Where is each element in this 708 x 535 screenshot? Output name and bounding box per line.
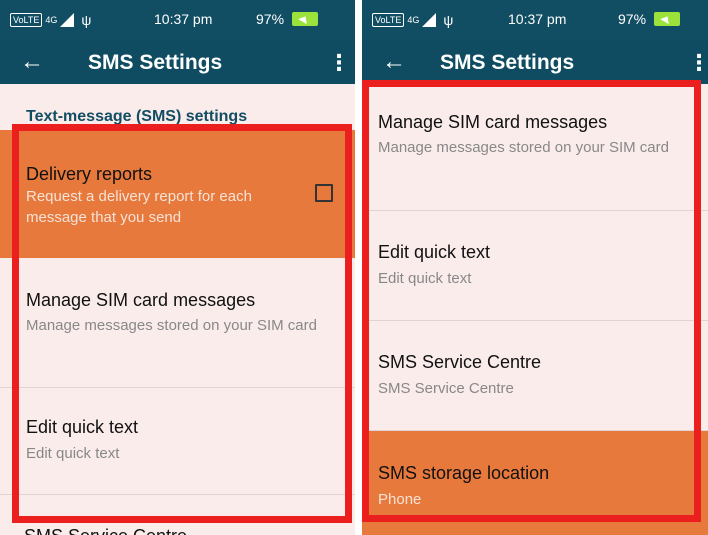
- row-subtitle: Edit quick text: [26, 445, 120, 462]
- overflow-menu-icon[interactable]: ⋮: [328, 49, 350, 77]
- back-arrow-icon[interactable]: ←: [20, 48, 44, 76]
- page-title: SMS Settings: [440, 51, 575, 74]
- list-item-manage-sim[interactable]: Manage SIM card messages Manage messages…: [0, 258, 355, 388]
- overflow-menu-icon[interactable]: ⋮: [688, 49, 708, 77]
- row-title: Manage SIM card messages: [26, 290, 256, 310]
- list-item-edit-quick-text[interactable]: Edit quick text Edit quick text: [362, 210, 708, 321]
- row-subtitle: Phone: [378, 491, 422, 508]
- signal-icon: [422, 13, 437, 27]
- list-item-sms-storage-location[interactable]: SMS storage location Phone: [362, 431, 708, 535]
- row-title: Edit quick text: [378, 242, 491, 262]
- clock: 10:37 pm: [508, 11, 567, 27]
- network-type: 4G: [407, 15, 420, 25]
- back-arrow-icon[interactable]: ←: [382, 48, 406, 76]
- row-title: SMS Service Centre: [378, 352, 542, 372]
- network-type: 4G: [45, 15, 58, 25]
- battery-percent: 97%: [618, 11, 647, 27]
- page-title: SMS Settings: [88, 51, 223, 74]
- row-subtitle: Manage messages stored on your SIM card: [378, 139, 669, 156]
- signal-icon: [60, 13, 75, 27]
- battery-charging-icon: [292, 12, 319, 26]
- row-title: Manage SIM card messages: [378, 112, 608, 132]
- volte-icon: VoLTE: [372, 13, 405, 27]
- row-title: Delivery reports: [26, 164, 153, 184]
- signal-indicators: VoLTE 4G ψ: [372, 12, 453, 28]
- section-header: Text-message (SMS) settings: [26, 108, 248, 125]
- battery-status: 97%: [618, 11, 681, 27]
- row-subtitle: Request a delivery report for each messa…: [26, 188, 252, 226]
- clock: 10:37 pm: [154, 11, 213, 27]
- row-title: SMS storage location: [378, 463, 550, 483]
- usb-icon: ψ: [81, 12, 92, 28]
- signal-indicators: VoLTE 4G ψ: [10, 12, 91, 28]
- list-item-sms-service-centre[interactable]: SMS Service Centre SMS Service Centre: [362, 320, 708, 431]
- battery-status: 97%: [256, 11, 319, 27]
- row-subtitle: Manage messages stored on your SIM card: [26, 317, 317, 334]
- app-bar: ← SMS Settings ⋮: [362, 40, 708, 84]
- delivery-reports-checkbox[interactable]: [315, 184, 333, 202]
- volte-icon: VoLTE: [10, 13, 43, 27]
- usb-icon: ψ: [443, 12, 454, 28]
- row-subtitle: SMS Service Centre: [378, 380, 514, 397]
- status-bar: VoLTE 4G ψ 10:37 pm 97%: [0, 0, 355, 40]
- row-title: Edit quick text: [26, 417, 139, 437]
- list-item-edit-quick-text[interactable]: Edit quick text Edit quick text: [0, 387, 355, 495]
- right-screen: VoLTE 4G ψ 10:37 pm 97% ← SMS Settings ⋮…: [362, 0, 708, 535]
- left-screen: VoLTE 4G ψ 10:37 pm 97% ← SMS Settings ⋮…: [0, 0, 355, 535]
- list-item-sms-service-centre-cut[interactable]: SMS Service Centre: [24, 526, 187, 535]
- battery-charging-icon: [654, 12, 681, 26]
- list-item-delivery-reports[interactable]: Delivery reports Request a delivery repo…: [0, 130, 355, 258]
- row-subtitle: Edit quick text: [378, 270, 472, 287]
- list-item-manage-sim[interactable]: Manage SIM card messages Manage messages…: [362, 84, 708, 211]
- battery-percent: 97%: [256, 11, 285, 27]
- status-bar: VoLTE 4G ψ 10:37 pm 97%: [362, 0, 708, 40]
- app-bar: ← SMS Settings ⋮: [0, 40, 355, 84]
